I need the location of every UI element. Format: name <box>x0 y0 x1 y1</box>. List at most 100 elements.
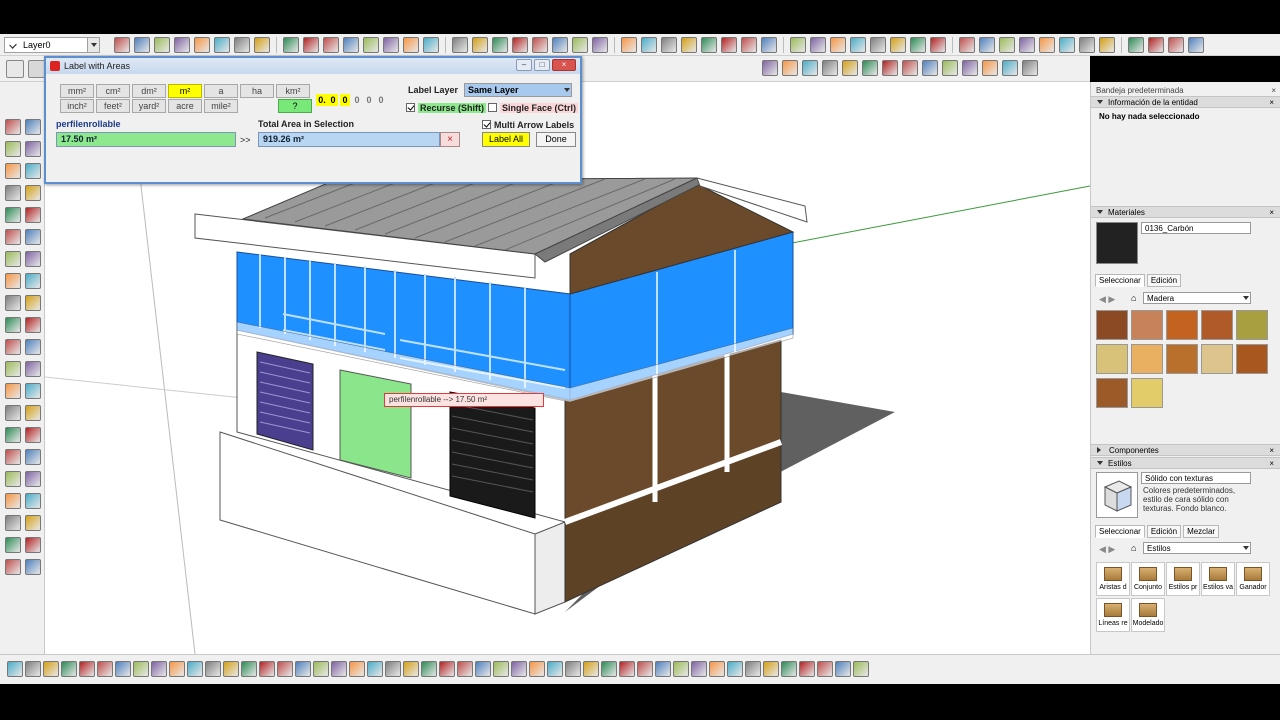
bottom-tool-icon[interactable] <box>835 661 851 677</box>
unit-button[interactable]: acre <box>168 99 202 113</box>
toolbar-tool-icon[interactable] <box>882 60 898 76</box>
minimize-button[interactable]: – <box>516 59 532 71</box>
materials-header[interactable]: Materiales × <box>1091 206 1280 218</box>
bottom-tool-icon[interactable] <box>223 661 239 677</box>
bottom-tool-icon[interactable] <box>745 661 761 677</box>
tab-materials-edit[interactable]: Edición <box>1146 274 1182 287</box>
material-swatch[interactable] <box>1236 310 1268 340</box>
toolbar-tool-icon[interactable] <box>452 36 468 53</box>
bottom-tool-icon[interactable] <box>691 661 707 677</box>
chevron-down-icon[interactable] <box>87 37 99 52</box>
style-library-dropdown[interactable]: Estilos <box>1143 542 1251 554</box>
toolbar-tool-icon[interactable] <box>1148 36 1164 53</box>
tool-icon[interactable] <box>5 493 21 509</box>
bottom-tool-icon[interactable] <box>709 661 725 677</box>
bottom-tool-icon[interactable] <box>583 661 599 677</box>
toolbar-tool-icon[interactable] <box>890 36 906 53</box>
toolbar-tool-icon[interactable] <box>383 36 399 53</box>
bottom-tool-icon[interactable] <box>421 661 437 677</box>
material-swatch[interactable] <box>1131 378 1163 408</box>
tool-icon[interactable] <box>25 449 41 465</box>
tool-icon[interactable] <box>25 295 41 311</box>
toolbar-tool-icon[interactable] <box>1168 36 1184 53</box>
toolbar-tool-icon[interactable] <box>761 36 777 53</box>
tool-icon[interactable] <box>5 339 21 355</box>
style-name-field[interactable]: Sólido con texturas <box>1141 472 1251 484</box>
toolbar-tool-icon[interactable] <box>363 36 379 53</box>
bottom-tool-icon[interactable] <box>403 661 419 677</box>
bottom-tool-icon[interactable] <box>331 661 347 677</box>
toolbar-tool-icon[interactable] <box>114 36 130 53</box>
tool-icon[interactable] <box>5 317 21 333</box>
bottom-tool-icon[interactable] <box>367 661 383 677</box>
styles-header[interactable]: Estilos × <box>1091 457 1280 469</box>
bottom-tool-icon[interactable] <box>43 661 59 677</box>
toolbar-tool-icon[interactable] <box>870 36 886 53</box>
label-all-button[interactable]: Label All <box>482 132 530 147</box>
bottom-tool-icon[interactable] <box>187 661 203 677</box>
toolbar-tool-icon[interactable] <box>552 36 568 53</box>
bottom-tool-icon[interactable] <box>259 661 275 677</box>
toolbar-tool-icon[interactable] <box>701 36 717 53</box>
toolbar-tool-icon[interactable] <box>1079 36 1095 53</box>
tool-icon[interactable] <box>5 405 21 421</box>
unit-button[interactable]: feet² <box>96 99 130 113</box>
tool-icon[interactable] <box>25 427 41 443</box>
home-icon[interactable]: ⌂ <box>1131 543 1136 553</box>
toolbar-tool-icon[interactable] <box>194 36 210 53</box>
toolbar-tool-icon[interactable] <box>1019 36 1035 53</box>
tool-icon[interactable] <box>25 317 41 333</box>
tool-icon[interactable] <box>25 559 41 575</box>
back-arrow-icon[interactable]: ◀ ▶ <box>1099 544 1115 555</box>
toolbar-tool-icon[interactable] <box>572 36 588 53</box>
close-icon[interactable]: × <box>1269 459 1274 468</box>
unit-button[interactable]: dm² <box>132 84 166 98</box>
toolbar-tool-icon[interactable] <box>154 36 170 53</box>
style-item[interactable]: Estilos pr <box>1166 562 1200 596</box>
toolbar-tool-icon[interactable] <box>1099 36 1115 53</box>
bottom-tool-icon[interactable] <box>151 661 167 677</box>
material-swatch[interactable] <box>1166 344 1198 374</box>
tool-icon[interactable] <box>25 515 41 531</box>
bottom-tool-icon[interactable] <box>133 661 149 677</box>
bottom-tool-icon[interactable] <box>97 661 113 677</box>
toolbar-tool-icon[interactable] <box>782 60 798 76</box>
close-icon[interactable]: × <box>1269 446 1274 455</box>
bottom-tool-icon[interactable] <box>673 661 689 677</box>
layer-dropdown[interactable]: Layer0 <box>4 36 100 53</box>
bottom-tool-icon[interactable] <box>205 661 221 677</box>
bottom-tool-icon[interactable] <box>511 661 527 677</box>
help-button[interactable]: ? <box>278 99 312 113</box>
toolbar-tool-icon[interactable] <box>234 36 250 53</box>
toolbar-tool-icon[interactable] <box>942 60 958 76</box>
bottom-tool-icon[interactable] <box>7 661 23 677</box>
style-item[interactable]: Conjunto <box>1131 562 1165 596</box>
bottom-tool-icon[interactable] <box>61 661 77 677</box>
unit-button[interactable]: km² <box>276 84 310 98</box>
toolbar-tool-icon[interactable] <box>592 36 608 53</box>
material-swatch[interactable] <box>1131 310 1163 340</box>
toolbar-tool-icon[interactable] <box>790 36 806 53</box>
toolbar-tool-icon[interactable] <box>472 36 488 53</box>
toolbar-tool-icon[interactable] <box>930 36 946 53</box>
tool-icon[interactable] <box>5 185 21 201</box>
toolbar-tool-icon[interactable] <box>982 60 998 76</box>
bottom-tool-icon[interactable] <box>529 661 545 677</box>
toolbar-tool-icon[interactable] <box>830 36 846 53</box>
toolbar-tool-icon[interactable] <box>661 36 677 53</box>
tool-icon[interactable] <box>5 515 21 531</box>
bottom-tool-icon[interactable] <box>799 661 815 677</box>
bottom-tool-icon[interactable] <box>817 661 833 677</box>
bottom-tool-icon[interactable] <box>25 661 41 677</box>
toolbar-tool-icon[interactable] <box>721 36 737 53</box>
unit-button[interactable]: inch² <box>60 99 94 113</box>
components-header[interactable]: Componentes × <box>1091 444 1280 456</box>
bottom-tool-icon[interactable] <box>727 661 743 677</box>
bottom-tool-icon[interactable] <box>169 661 185 677</box>
toolbar-tool-icon[interactable] <box>1022 60 1038 76</box>
tool-icon[interactable] <box>25 207 41 223</box>
toolbar-tool-icon[interactable] <box>810 36 826 53</box>
tab-styles-edit[interactable]: Edición <box>1146 525 1182 538</box>
toolbar-tool-icon[interactable] <box>512 36 528 53</box>
decimal-digit[interactable]: 0 <box>352 94 362 106</box>
